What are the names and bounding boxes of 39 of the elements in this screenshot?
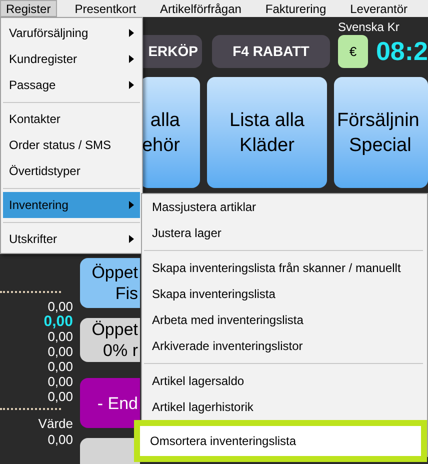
menu-bar-item[interactable]: Fakturering <box>259 0 332 17</box>
menu-item[interactable]: Massjustera artiklar <box>144 194 427 220</box>
menu-item[interactable]: Utskrifter <box>3 226 140 252</box>
menu-item[interactable]: Skapa inventeringslista från skanner / manuellt <box>144 255 427 281</box>
action-button[interactable]: Öppet 0% r <box>80 318 140 362</box>
category-tile[interactable]: Försäljnin Special <box>334 77 428 188</box>
amount-value: 0,00 <box>48 359 73 374</box>
menu-item[interactable]: Övertidstyper <box>3 158 140 184</box>
currency-label: Svenska Kr <box>338 20 400 35</box>
menu-item[interactable]: Artikel lagerhistorik <box>144 394 427 420</box>
action-button[interactable]: Öppet Fis <box>80 258 140 308</box>
amount-value: 0,00 <box>48 299 73 314</box>
menu-item[interactable]: Arbeta med inventeringslista <box>144 307 427 333</box>
amount-value: 0,00 <box>48 329 73 344</box>
menu-bar-item[interactable]: Register <box>0 0 57 17</box>
menu-item[interactable]: Artikel lagersaldo <box>144 368 427 394</box>
menu-item[interactable]: Arkiverade inventeringslistor <box>144 333 427 359</box>
amount-value: 0,00 <box>48 389 73 404</box>
amount-value: 0,00 <box>48 344 73 359</box>
value-label: Värde <box>38 416 73 432</box>
menu-item[interactable]: Omsortera inventeringslista <box>134 420 427 462</box>
amount-value: 0,00 <box>48 374 73 389</box>
value-total: 0,00 <box>48 432 73 447</box>
amount-value: 0,00 <box>44 314 73 329</box>
menu-item[interactable]: Inventering <box>3 192 140 218</box>
discount-button[interactable]: F4 RABATT <box>212 35 330 68</box>
menu-item[interactable]: Skapa inventeringslista <box>144 281 427 307</box>
menu-item[interactable]: Justera lager <box>144 220 427 246</box>
menu-bar-item[interactable]: Presentkort <box>68 0 142 17</box>
category-tile[interactable]: alla ehör <box>140 77 200 188</box>
action-button[interactable]: - End <box>80 378 140 428</box>
currency-button[interactable]: € <box>338 35 368 68</box>
menu-item[interactable]: Kontakter <box>3 106 140 132</box>
menu-bar-item[interactable]: Artikelförfrågan <box>154 0 248 17</box>
category-tile[interactable]: Lista alla Kläder <box>207 77 327 188</box>
menu-item[interactable]: Order status / SMS <box>3 132 140 158</box>
menu-item[interactable]: Passage <box>3 72 140 98</box>
clock: 08:2 <box>376 35 428 68</box>
menu-bar-item[interactable]: Leverantör <box>344 0 414 17</box>
